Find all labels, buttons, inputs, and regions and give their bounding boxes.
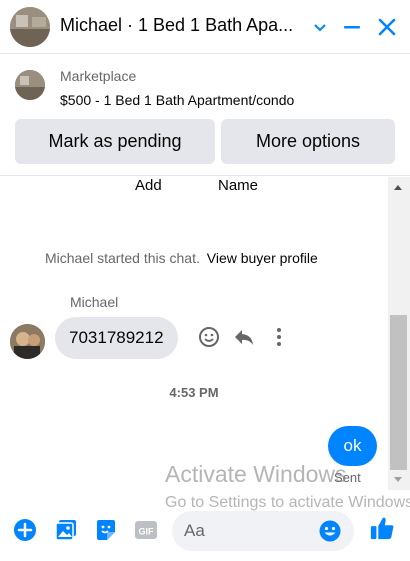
gif-icon[interactable]: GIF [133, 517, 159, 543]
scroll-down-arrow-icon[interactable] [394, 477, 402, 482]
sender-avatar[interactable] [10, 324, 45, 359]
sender-name: Michael [70, 294, 119, 310]
chevron-down-icon[interactable] [306, 13, 334, 41]
reply-icon[interactable] [232, 325, 256, 349]
more-actions-icon[interactable] [267, 325, 291, 349]
message-list[interactable]: Add Name Michael started this chat. View… [0, 177, 388, 497]
plus-icon[interactable] [12, 517, 38, 543]
incoming-message-bubble[interactable]: 7031789212 [55, 317, 178, 359]
emoji-react-icon[interactable] [197, 325, 221, 349]
listing-title[interactable]: $500 - 1 Bed 1 Bath Apartment/condo [60, 92, 294, 108]
emoji-icon[interactable] [317, 518, 343, 544]
close-icon[interactable] [373, 13, 401, 41]
message-input-container[interactable] [172, 511, 354, 551]
chat-title[interactable]: Michael · 1 Bed 1 Bath Apa... [60, 15, 300, 36]
scroll-up-arrow-icon[interactable] [394, 185, 402, 190]
chat-header: Michael · 1 Bed 1 Bath Apa... [0, 0, 410, 54]
marketplace-label: Marketplace [60, 68, 137, 84]
activate-windows-watermark: Activate Windows [165, 461, 347, 487]
message-timestamp: 4:53 PM [169, 385, 219, 400]
like-icon[interactable] [369, 515, 395, 541]
chat-started-text: Michael started this chat. [45, 250, 200, 266]
photo-icon[interactable] [53, 517, 79, 543]
scrollbar-thumb[interactable] [390, 315, 407, 470]
more-options-button[interactable]: More options [221, 119, 395, 164]
view-buyer-profile-link[interactable]: View buyer profile [207, 250, 318, 266]
chat-scrollbar[interactable] [388, 177, 410, 490]
marketplace-card: Marketplace $500 - 1 Bed 1 Bath Apartmen… [0, 54, 410, 176]
message-input[interactable] [184, 517, 314, 545]
sticker-icon[interactable] [93, 517, 119, 543]
outgoing-message-bubble[interactable]: ok [328, 426, 377, 466]
avatar[interactable] [10, 7, 50, 47]
truncated-text-add: Add [135, 177, 162, 194]
minimize-icon[interactable] [338, 13, 366, 41]
truncated-text-name: Name [218, 177, 259, 194]
gif-label: GIF [139, 527, 155, 537]
message-composer: GIF [0, 505, 410, 561]
mark-as-pending-button[interactable]: Mark as pending [15, 119, 215, 164]
chat-started-notice: Michael started this chat. View buyer pr… [45, 250, 318, 266]
listing-thumbnail[interactable] [15, 70, 45, 100]
